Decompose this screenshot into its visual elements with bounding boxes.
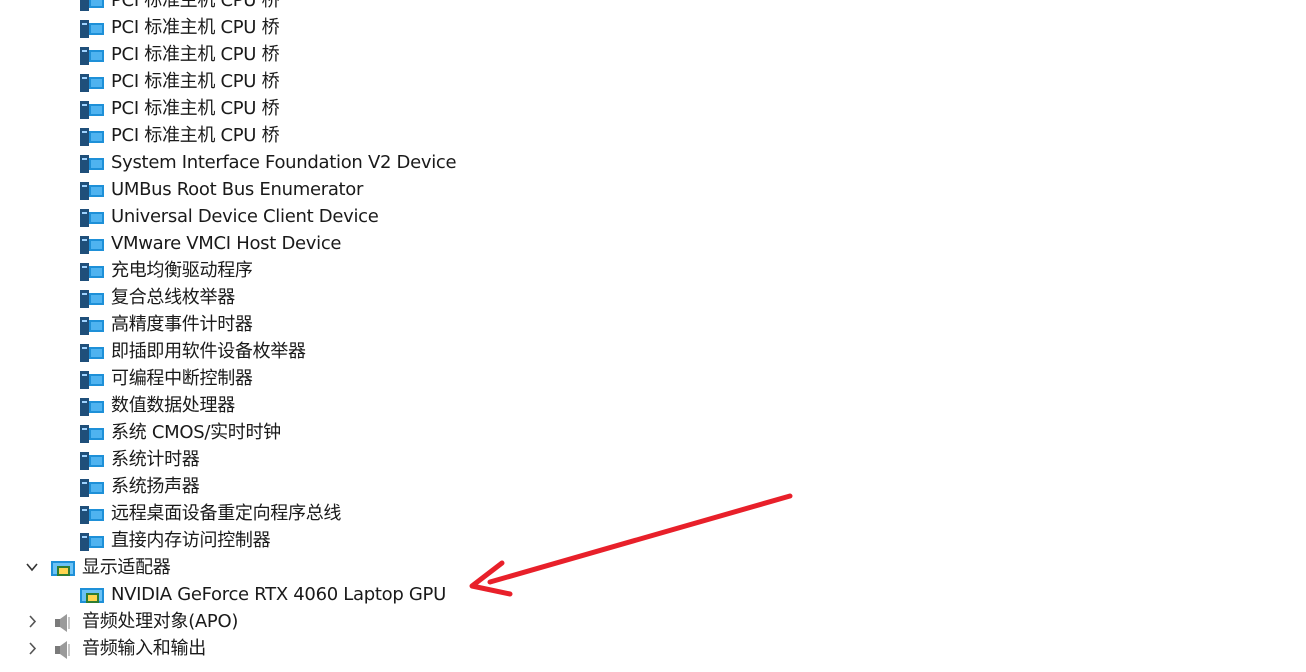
tree-item-label: PCI 标准主机 CPU 桥	[111, 71, 280, 92]
system-device-icon	[80, 370, 104, 389]
tree-item-device[interactable]: 充电均衡驱动程序	[0, 257, 1306, 284]
category-audio-processing-objects[interactable]: 音频处理对象(APO)	[0, 608, 1306, 635]
system-device-icon	[80, 208, 104, 227]
tree-item-gpu[interactable]: NVIDIA GeForce RTX 4060 Laptop GPU	[0, 581, 1306, 608]
tree-item-device[interactable]: 高精度事件计时器	[0, 311, 1306, 338]
category-label: 音频输入和输出	[82, 638, 206, 659]
system-device-icon	[80, 127, 104, 146]
tree-item-device[interactable]: VMware VMCI Host Device	[0, 230, 1306, 257]
tree-item-device[interactable]: UMBus Root Bus Enumerator	[0, 176, 1306, 203]
system-device-icon	[80, 73, 104, 92]
tree-item-label: 直接内存访问控制器	[111, 530, 271, 551]
system-device-icon	[80, 478, 104, 497]
tree-item-label: PCI 标准主机 CPU 桥	[111, 44, 280, 65]
tree-item-label: 复合总线枚举器	[111, 287, 235, 308]
system-device-icon	[80, 262, 104, 281]
tree-item-device[interactable]: 数值数据处理器	[0, 392, 1306, 419]
tree-item-label: System Interface Foundation V2 Device	[111, 152, 457, 173]
tree-item-label: 即插即用软件设备枚举器	[111, 341, 306, 362]
system-device-icon	[80, 451, 104, 470]
system-device-icon	[80, 397, 104, 416]
tree-item-device[interactable]: PCI 标准主机 CPU 桥	[0, 0, 1306, 14]
category-audio-inputs-outputs[interactable]: 音频输入和输出	[0, 635, 1306, 662]
tree-item-device[interactable]: Universal Device Client Device	[0, 203, 1306, 230]
tree-item-device[interactable]: System Interface Foundation V2 Device	[0, 149, 1306, 176]
category-label: 显示适配器	[82, 557, 171, 578]
tree-item-device[interactable]: 复合总线枚举器	[0, 284, 1306, 311]
tree-item-label: 数值数据处理器	[111, 395, 235, 416]
tree-item-device[interactable]: 直接内存访问控制器	[0, 527, 1306, 554]
category-display-adapters[interactable]: 显示适配器	[0, 554, 1306, 581]
system-device-icon	[80, 100, 104, 119]
speaker-icon	[51, 613, 75, 632]
tree-item-device[interactable]: 远程桌面设备重定向程序总线	[0, 500, 1306, 527]
system-device-icon	[80, 46, 104, 65]
tree-item-label: 远程桌面设备重定向程序总线	[111, 503, 342, 524]
tree-item-label: Universal Device Client Device	[111, 206, 379, 227]
tree-item-label: 充电均衡驱动程序	[111, 260, 253, 281]
tree-item-label: 高精度事件计时器	[111, 314, 253, 335]
tree-item-label: NVIDIA GeForce RTX 4060 Laptop GPU	[111, 584, 446, 605]
tree-item-device[interactable]: PCI 标准主机 CPU 桥	[0, 68, 1306, 95]
tree-item-device[interactable]: PCI 标准主机 CPU 桥	[0, 41, 1306, 68]
system-device-icon	[80, 532, 104, 551]
system-device-icon	[80, 424, 104, 443]
tree-item-label: 系统 CMOS/实时时钟	[111, 422, 281, 443]
tree-item-label: PCI 标准主机 CPU 桥	[111, 0, 280, 11]
tree-item-label: VMware VMCI Host Device	[111, 233, 342, 254]
tree-item-label: 系统扬声器	[111, 476, 200, 497]
tree-item-device[interactable]: 系统 CMOS/实时时钟	[0, 419, 1306, 446]
tree-item-device[interactable]: 系统计时器	[0, 446, 1306, 473]
system-device-icon	[80, 316, 104, 335]
tree-item-device[interactable]: PCI 标准主机 CPU 桥	[0, 95, 1306, 122]
system-device-icon	[80, 343, 104, 362]
system-device-icon	[80, 0, 104, 11]
tree-item-device[interactable]: 可编程中断控制器	[0, 365, 1306, 392]
system-device-icon	[80, 181, 104, 200]
tree-item-device[interactable]: PCI 标准主机 CPU 桥	[0, 14, 1306, 41]
tree-item-label: UMBus Root Bus Enumerator	[111, 179, 364, 200]
device-tree: PCI 标准主机 CPU 桥 PCI 标准主机 CPU 桥 PCI 标准主机 C…	[0, 0, 1306, 662]
chevron-down-icon[interactable]	[22, 554, 42, 581]
system-device-icon	[80, 19, 104, 38]
system-device-icon	[80, 154, 104, 173]
tree-item-device[interactable]: PCI 标准主机 CPU 桥	[0, 122, 1306, 149]
category-label: 音频处理对象(APO)	[82, 611, 239, 632]
speaker-icon	[51, 640, 75, 659]
tree-item-label: 可编程中断控制器	[111, 368, 253, 389]
tree-item-label: PCI 标准主机 CPU 桥	[111, 17, 280, 38]
tree-item-device[interactable]: 即插即用软件设备枚举器	[0, 338, 1306, 365]
system-device-icon	[80, 289, 104, 308]
chevron-right-icon[interactable]	[22, 635, 42, 662]
display-adapter-icon	[80, 586, 104, 604]
system-device-icon	[80, 505, 104, 524]
tree-item-device[interactable]: 系统扬声器	[0, 473, 1306, 500]
display-adapter-icon	[51, 559, 75, 577]
tree-item-label: PCI 标准主机 CPU 桥	[111, 125, 280, 146]
tree-item-label: 系统计时器	[111, 449, 200, 470]
system-device-icon	[80, 235, 104, 254]
chevron-right-icon[interactable]	[22, 608, 42, 635]
tree-item-label: PCI 标准主机 CPU 桥	[111, 98, 280, 119]
